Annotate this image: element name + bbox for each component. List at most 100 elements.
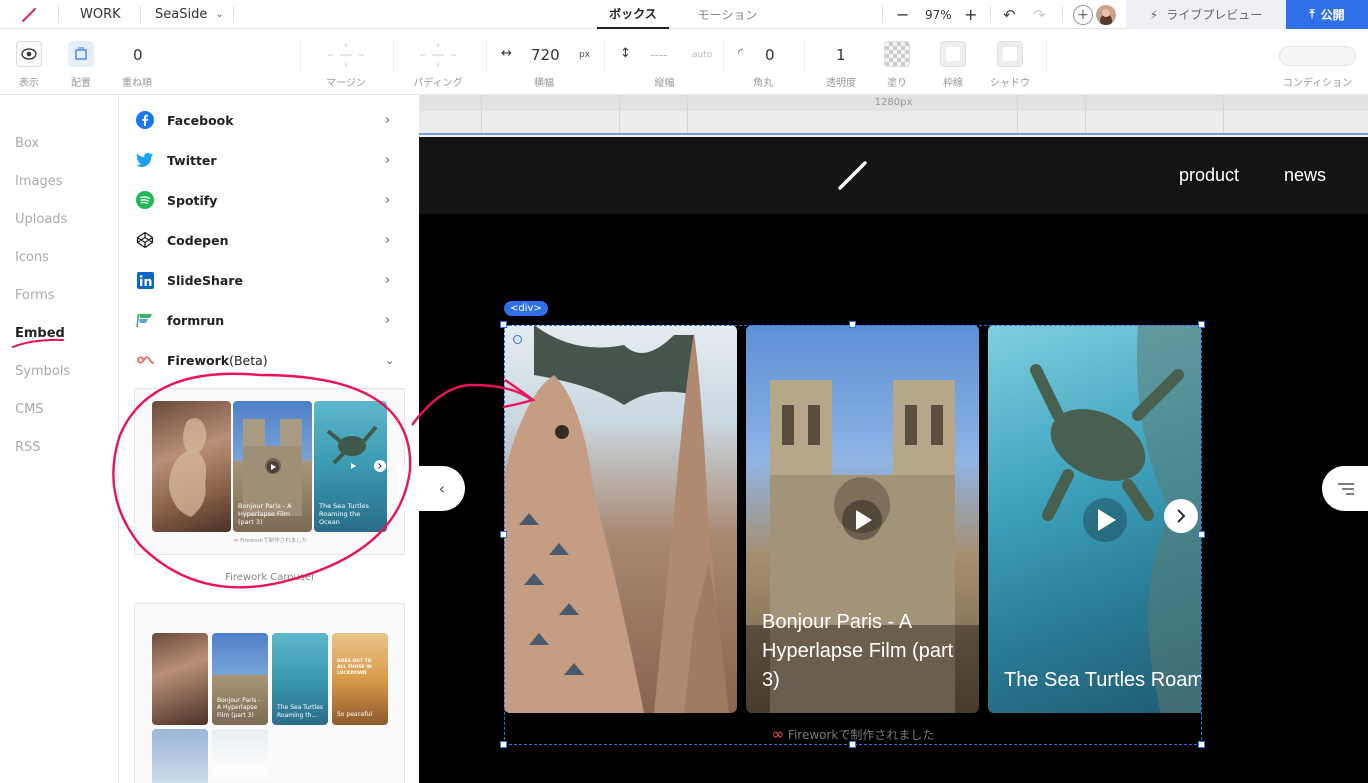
shadow-control[interactable]: シャドウ (987, 29, 1033, 95)
width-unit[interactable]: px (579, 50, 590, 60)
firework-grid-card[interactable]: Bonjour Paris - A Hyperlapse Film (part … (134, 603, 405, 783)
opacity-control[interactable]: 1 透明度 (812, 29, 870, 95)
grid-thumb-snowboard (212, 729, 268, 783)
embed-item-label: Twitter (167, 152, 217, 168)
carousel-slide[interactable]: Bonjour Paris - A Hyperlapse Film (part … (746, 325, 979, 713)
height-control[interactable]: ↕ ---- auto 縦幅 (612, 29, 717, 95)
chevron-right-icon: › (385, 232, 391, 248)
redo-icon[interactable]: ↷ (1033, 0, 1046, 29)
embed-panel: Facebook › Twitter › Spotify › Codepen ›… (119, 95, 419, 783)
firework-logo-icon (136, 351, 154, 369)
placement-control[interactable]: 配置 (60, 29, 102, 95)
zorder-control[interactable]: 0 重ね順 (112, 29, 162, 95)
embed-item-codepen[interactable]: Codepen › (119, 220, 419, 260)
height-unit[interactable]: auto (692, 50, 712, 60)
grid-thumb-sculpture (152, 633, 208, 725)
undo-icon[interactable]: ↶ (1003, 0, 1016, 29)
display-control[interactable]: 表示 (8, 29, 50, 95)
zoom-level[interactable]: 97% (925, 0, 952, 29)
placement-icon (68, 41, 94, 67)
grid-thumb-sea-turtle: The Sea Turtles Roaming th... (272, 633, 328, 725)
ruler-width-label: 1280px (874, 97, 913, 108)
eye-icon (16, 41, 42, 67)
resize-handle[interactable] (849, 741, 856, 748)
add-collaborator-button[interactable]: + (1073, 0, 1093, 29)
resize-handle[interactable] (1198, 531, 1205, 538)
zoom-in-button[interactable]: + (964, 0, 977, 29)
margin-control[interactable]: マージン (310, 29, 382, 95)
border-swatch (940, 41, 966, 67)
tab-motion[interactable]: モーション (680, 0, 775, 29)
resize-handle[interactable] (500, 531, 507, 538)
chevron-down-icon: ⌄ (385, 353, 395, 367)
width-control[interactable]: ↔ 720 px 横幅 (494, 29, 594, 95)
embed-item-facebook[interactable]: Facebook › (119, 100, 419, 140)
nav-item-images[interactable]: Images (15, 174, 63, 189)
fill-swatch (884, 41, 910, 67)
fill-control[interactable]: 塗り (876, 29, 918, 95)
nav-link-product[interactable]: product (1179, 165, 1239, 186)
resize-handle[interactable] (849, 321, 856, 328)
width-value[interactable]: 720 (531, 46, 560, 64)
placement-label: 配置 (71, 78, 91, 89)
nav-item-uploads[interactable]: Uploads (15, 212, 67, 227)
radius-control[interactable]: ◜ 0 角丸 (730, 29, 796, 95)
nav-item-rss[interactable]: RSS (15, 440, 41, 455)
nav-item-icons[interactable]: Icons (15, 250, 49, 265)
condition-control[interactable]: コンディション (1270, 29, 1365, 95)
firework-logo-icon: ∞ (233, 538, 239, 544)
nav-item-forms[interactable]: Forms (15, 288, 55, 303)
panel-collapse-button[interactable]: ‹ (397, 466, 465, 511)
studio-logo-icon[interactable] (20, 0, 38, 29)
nav-item-box[interactable]: Box (15, 136, 39, 151)
height-value[interactable]: ---- (650, 48, 667, 62)
resize-handle[interactable] (1198, 741, 1205, 748)
selection-tag: <div> (504, 301, 548, 316)
margin-diagram-icon (328, 43, 364, 67)
embed-item-formrun[interactable]: formrun › (119, 300, 419, 340)
embed-item-firework[interactable]: Firework(Beta) ⌄ (119, 340, 419, 380)
condition-label: コンディション (1282, 78, 1353, 89)
condition-toggle[interactable] (1279, 46, 1356, 66)
formrun-icon (136, 311, 154, 329)
workspace-name[interactable]: WORK (80, 0, 121, 29)
resize-handle[interactable] (1198, 321, 1205, 328)
embed-item-twitter[interactable]: Twitter › (119, 140, 419, 180)
padding-control[interactable]: パディング (402, 29, 474, 95)
top-toolbar: WORK SeaSide ⌄ ボックス モーション − 97% + ↶ ↷ + … (0, 0, 1368, 29)
nav-item-symbols[interactable]: Symbols (15, 364, 70, 379)
chevron-right-icon: › (385, 272, 391, 288)
nav-link-news[interactable]: news (1284, 165, 1326, 186)
site-header: product news (419, 137, 1368, 214)
resize-handle[interactable] (500, 741, 507, 748)
embed-item-slideshare[interactable]: SlideShare › (119, 260, 419, 300)
codepen-icon (136, 231, 154, 249)
carousel-slide[interactable] (504, 325, 737, 713)
live-preview-button[interactable]: ⚡ ライブプレビュー (1126, 0, 1286, 29)
firework-logo-icon: ∞ (771, 725, 785, 743)
carousel-card-caption: Firework Carousel (225, 572, 314, 583)
firework-carousel-card[interactable]: Bonjour Paris - A Hyperlapse Film (part … (134, 388, 405, 555)
anchor-point-icon[interactable] (513, 335, 522, 344)
resize-handle[interactable] (500, 321, 507, 328)
chevron-left-icon: ‹ (438, 479, 446, 498)
grid-thumb-lockdown: GOES OUT TO ALL THOSE IN LOCKDOWN So pea… (332, 633, 388, 725)
radius-value[interactable]: 0 (765, 46, 775, 64)
zoom-out-button[interactable]: − (896, 0, 909, 29)
border-control[interactable]: 枠線 (932, 29, 974, 95)
chevron-right-icon: › (385, 112, 391, 128)
embed-item-spotify[interactable]: Spotify › (119, 180, 419, 220)
nav-item-cms[interactable]: CMS (15, 402, 44, 417)
vertical-arrows-icon: ↕ (620, 46, 631, 61)
site-logo-icon[interactable] (837, 160, 869, 192)
twitter-icon (136, 151, 154, 169)
layers-panel-button[interactable] (1322, 466, 1368, 511)
tab-box[interactable]: ボックス (597, 0, 669, 29)
opacity-value[interactable]: 1 (836, 46, 846, 64)
project-selector[interactable]: SeaSide ⌄ (155, 0, 224, 29)
chevron-down-icon: ⌄ (215, 9, 224, 20)
publish-button[interactable]: ⤒ 公開 (1286, 0, 1368, 29)
nav-item-embed[interactable]: Embed (15, 326, 65, 341)
carousel-next-button[interactable] (1164, 499, 1198, 533)
avatar[interactable] (1096, 0, 1116, 29)
